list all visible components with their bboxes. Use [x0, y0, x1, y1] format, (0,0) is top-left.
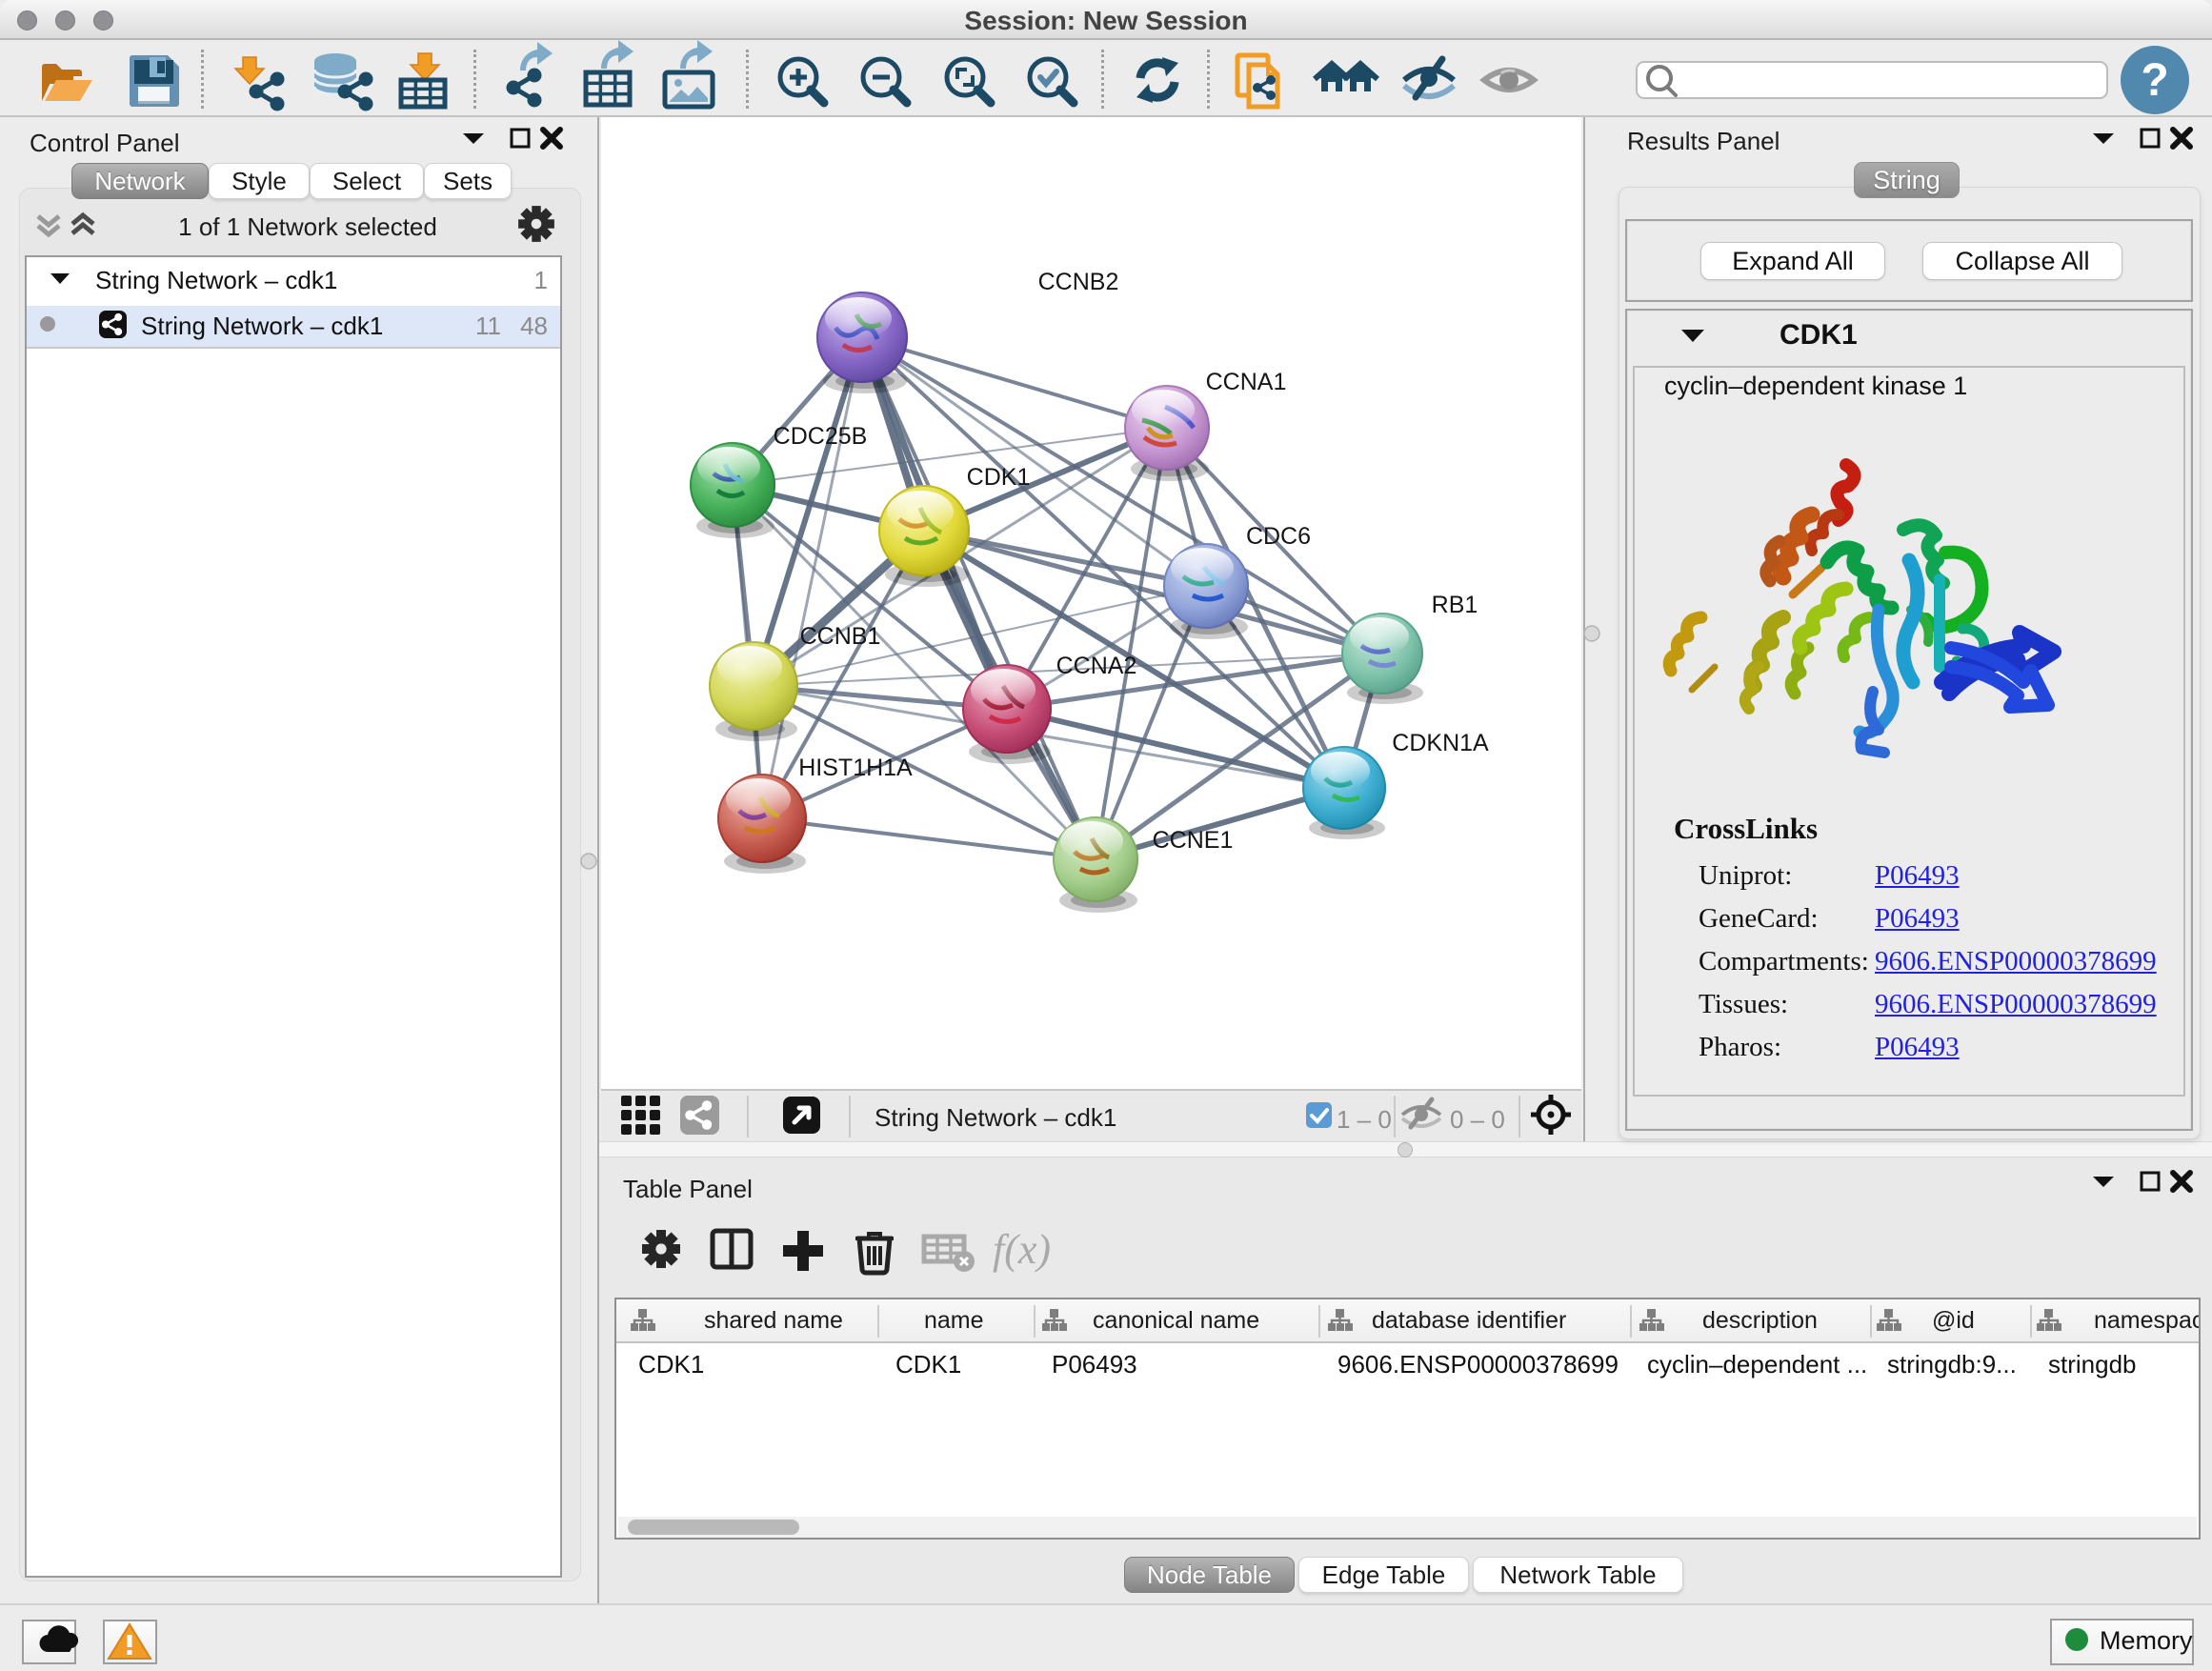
svg-text:CCNB1: CCNB1 — [800, 623, 881, 650]
svg-text:RB1: RB1 — [1432, 592, 1478, 618]
svg-text:CDC6: CDC6 — [1246, 523, 1311, 550]
svg-text:CCNE1: CCNE1 — [1153, 827, 1234, 854]
svg-text:CDC25B: CDC25B — [774, 423, 868, 450]
svg-text:CCNA2: CCNA2 — [1056, 653, 1137, 679]
svg-text:CCNB2: CCNB2 — [1038, 269, 1119, 295]
svg-text:CCNA1: CCNA1 — [1206, 369, 1287, 395]
svg-text:CDK1: CDK1 — [967, 464, 1031, 491]
svg-text:CDKN1A: CDKN1A — [1392, 730, 1489, 756]
svg-text:HIST1H1A: HIST1H1A — [798, 755, 913, 781]
